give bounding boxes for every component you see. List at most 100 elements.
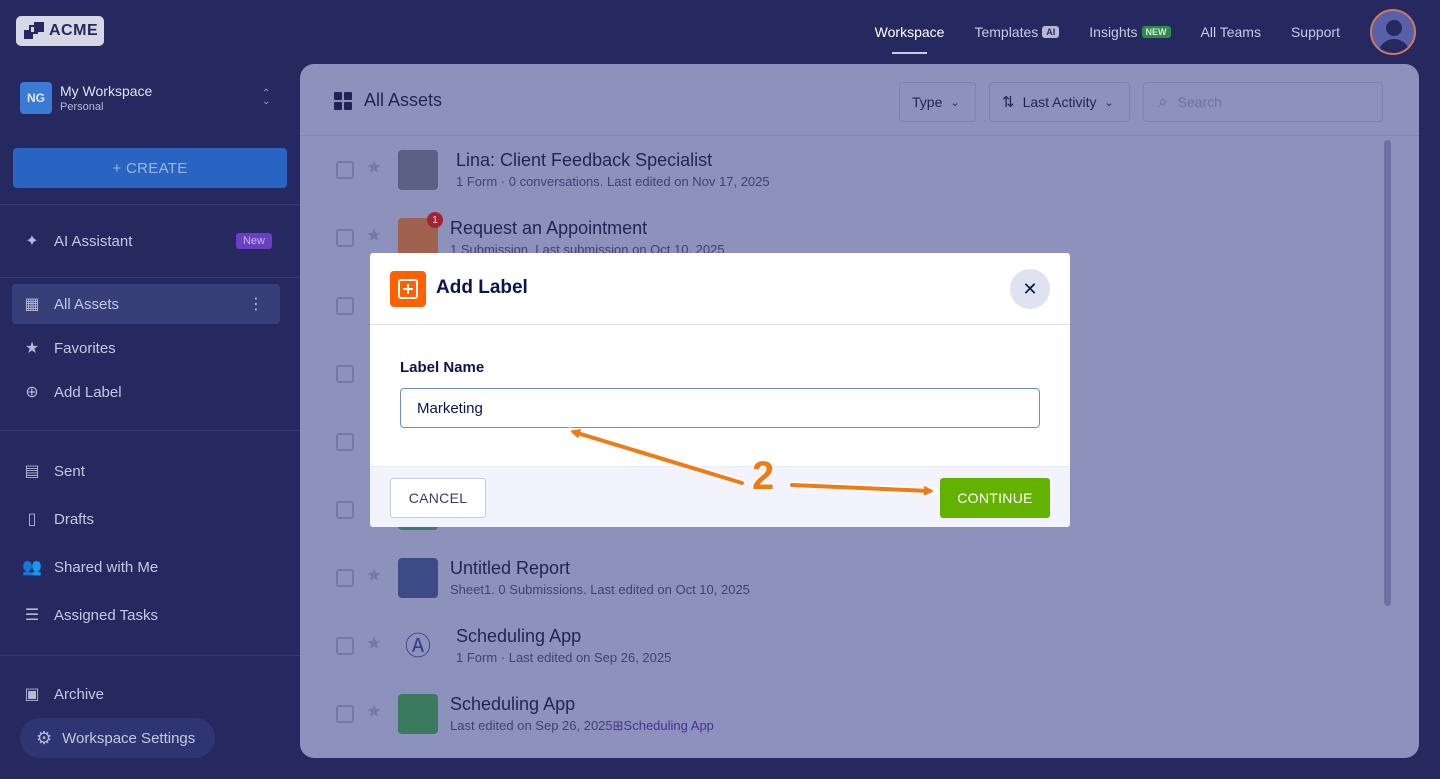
asset-row[interactable]: ★ Untitled Report Sheet1. 0 Submissions.…: [300, 544, 1380, 612]
workspace-initials-badge: NG: [20, 82, 52, 114]
sidebar-item-all-assets[interactable]: ▦ All Assets ⋮: [12, 284, 280, 324]
nav-insights-label: Insights: [1089, 24, 1138, 40]
logo-mark-icon: [24, 22, 44, 40]
row-checkbox[interactable]: [336, 297, 354, 315]
asset-meta-text: Last edited on Sep 26, 2025: [450, 718, 613, 733]
continue-button[interactable]: CONTINUE: [940, 478, 1050, 518]
dialog-title: Add Label: [436, 277, 528, 298]
acme-logo[interactable]: ACME: [16, 16, 104, 46]
dialog-header: Add Label ✕: [370, 253, 1070, 325]
sidebar-item-label: Shared with Me: [54, 558, 159, 576]
row-checkbox[interactable]: [336, 705, 354, 723]
cancel-button[interactable]: CANCEL: [390, 478, 486, 518]
draft-document-icon: ▯: [27, 511, 37, 528]
add-label-icon: [390, 271, 426, 307]
asset-meta: 1 Form · Last edited on Sep 26, 2025: [456, 650, 672, 665]
workspace-settings-label: Workspace Settings: [62, 729, 196, 747]
sidebar-item-label: Favorites: [54, 339, 116, 357]
asset-meta: Sheet1. 0 Submissions. Last edited on Oc…: [450, 582, 750, 597]
workspace-type: Personal: [60, 101, 104, 113]
sort-dropdown[interactable]: ⇅ Last Activity ⌄: [989, 82, 1130, 122]
row-checkbox[interactable]: [336, 637, 354, 655]
linked-app-icon: ⊞: [612, 718, 624, 733]
page-title-text: All Assets: [364, 90, 443, 110]
user-avatar[interactable]: [1370, 9, 1416, 55]
label-name-input[interactable]: [400, 388, 1040, 428]
chevron-up-down-icon[interactable]: ⌃ ⌄: [262, 89, 270, 107]
sidebar-item-sent[interactable]: ▤ Sent: [12, 451, 280, 491]
sidebar-item-label: Sent: [54, 462, 85, 480]
workspace-settings-button[interactable]: ⚙ Workspace Settings: [20, 718, 215, 758]
app-grid-icon: [398, 694, 438, 734]
add-label-dialog: Add Label ✕ Label Name CANCEL CONTINUE: [370, 253, 1070, 527]
grid-icon: [334, 91, 352, 110]
sidebar-item-label: Drafts: [54, 510, 95, 528]
asset-title[interactable]: Scheduling App: [450, 694, 575, 715]
asset-title[interactable]: Untitled Report: [450, 558, 570, 579]
sidebar-item-favorites[interactable]: ★ Favorites: [12, 328, 280, 368]
favorite-star-icon[interactable]: ★: [366, 633, 382, 654]
search-input[interactable]: [1177, 94, 1368, 110]
top-nav: Workspace Templates AI Insights NEW All Te…: [875, 0, 1440, 64]
sidebar-item-label: Assigned Tasks: [54, 606, 158, 624]
templates-ai-badge: AI: [1042, 26, 1060, 38]
asset-row[interactable]: ★ Scheduling App Last edited on Sep 26, …: [300, 680, 1380, 748]
insights-new-badge: NEW: [1141, 26, 1171, 38]
favorite-star-icon[interactable]: ★: [366, 225, 382, 246]
logo-text: ACME: [49, 22, 99, 39]
sidebar-item-drafts[interactable]: ▯ Drafts: [12, 499, 280, 539]
asset-title[interactable]: Request an Appointment: [450, 218, 647, 239]
scrollbar[interactable]: [1384, 140, 1391, 606]
type-filter-label: Type: [912, 94, 943, 110]
nav-templates[interactable]: Templates AI: [974, 0, 1060, 64]
nav-insights[interactable]: Insights NEW: [1089, 0, 1171, 64]
favorite-star-icon[interactable]: ★: [366, 701, 382, 722]
row-checkbox[interactable]: [336, 433, 354, 451]
asset-title[interactable]: Scheduling App: [456, 626, 581, 647]
asset-title[interactable]: Lina: Client Feedback Specialist: [456, 150, 712, 171]
favorite-star-icon[interactable]: ★: [366, 565, 382, 586]
close-icon[interactable]: ✕: [1010, 269, 1050, 309]
users-icon: 👥: [22, 559, 42, 576]
sidebar-item-label: Archive: [54, 685, 105, 703]
linked-app-link[interactable]: Scheduling App: [624, 718, 714, 733]
asset-row[interactable]: ★ Lina: Client Feedback Specialist 1 For…: [300, 136, 1380, 204]
search-box: ⌕: [1143, 82, 1383, 122]
chevron-down-icon: ⌄: [950, 96, 960, 109]
row-checkbox[interactable]: [336, 229, 354, 247]
workspace-name: My Workspace: [60, 83, 153, 99]
asset-row[interactable]: ★ Ⓐ Scheduling App 1 Form · Last edited …: [300, 612, 1380, 680]
nav-workspace[interactable]: Workspace: [875, 0, 944, 64]
nav-all-teams-label: All Teams: [1200, 24, 1261, 40]
asset-meta: Last edited on Sep 26, 2025⊞Scheduling A…: [450, 718, 714, 734]
kebab-menu-icon[interactable]: ⋮: [248, 294, 264, 314]
sparkle-icon: ✦: [25, 233, 39, 250]
type-filter-dropdown[interactable]: Type ⌄: [899, 82, 976, 122]
chevron-down-icon: ⌄: [1104, 96, 1114, 109]
report-chart-icon: [398, 558, 438, 598]
row-checkbox[interactable]: [336, 569, 354, 587]
row-checkbox[interactable]: [336, 365, 354, 383]
row-checkbox[interactable]: [336, 161, 354, 179]
sidebar-item-shared[interactable]: 👥 Shared with Me: [12, 547, 280, 587]
dialog-footer: CANCEL CONTINUE: [370, 466, 1070, 527]
favorite-star-icon[interactable]: ★: [366, 157, 382, 178]
sort-label: Last Activity: [1022, 94, 1097, 110]
nav-support[interactable]: Support: [1291, 0, 1340, 64]
sidebar-item-add-label[interactable]: ⊕ Add Label: [12, 372, 280, 412]
sidebar-item-assigned-tasks[interactable]: ☰ Assigned Tasks: [12, 595, 280, 635]
sidebar-item-archive[interactable]: ▣ Archive: [12, 674, 280, 714]
notification-badge: 1: [427, 212, 443, 228]
workspace-switcher[interactable]: NG My Workspace Personal: [20, 82, 152, 114]
step-number-label: 2: [752, 454, 775, 498]
sidebar: NG My Workspace Personal ⌃ ⌄ + CREATE ✦ A…: [0, 64, 300, 779]
top-bar: ACME Workspace Templates AI Insights NEW A…: [0, 0, 1440, 64]
row-checkbox[interactable]: [336, 501, 354, 519]
star-icon: ★: [24, 340, 40, 357]
main-header: All Assets Type ⌄ ⇅ Last Activity ⌄ ⌕: [300, 64, 1419, 136]
sort-icon: ⇅: [1002, 94, 1015, 111]
label-name-label: Label Name: [400, 359, 485, 376]
sidebar-item-ai-assistant[interactable]: ✦ AI Assistant New: [12, 221, 280, 261]
create-button[interactable]: + CREATE: [13, 148, 287, 188]
nav-all-teams[interactable]: All Teams: [1201, 0, 1261, 64]
